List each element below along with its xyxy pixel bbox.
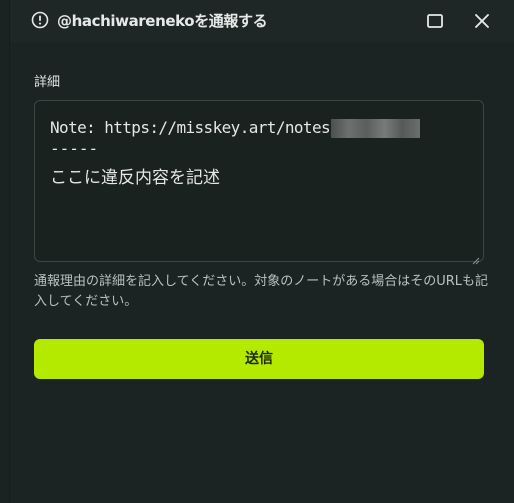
maximize-button[interactable] xyxy=(424,10,446,32)
resize-handle-icon[interactable] xyxy=(472,250,480,265)
details-textarea[interactable]: Note: https://misskey.art/notes/ ----- こ… xyxy=(34,100,484,265)
dialog-header: @hachiwarenekoを通報する xyxy=(10,0,514,42)
send-button[interactable]: 送信 xyxy=(34,339,484,379)
textarea-line-placeholder: ここに違反内容を記述 xyxy=(50,168,220,188)
close-button[interactable] xyxy=(471,10,493,32)
close-icon xyxy=(475,14,489,28)
textarea-line-separator: ----- xyxy=(50,139,99,158)
textarea-line-note-url: Note: https://misskey.art/notes/ xyxy=(50,118,340,137)
details-hint: 通報理由の詳細を記入してください。対象のノートがある場合はそのURLも記入してく… xyxy=(34,274,489,309)
redacted-note-id xyxy=(331,119,420,138)
details-label: 詳細 xyxy=(34,75,61,90)
maximize-icon xyxy=(427,14,443,28)
report-dialog: @hachiwarenekoを通報する 詳細 Note: https://mis… xyxy=(9,0,514,503)
alert-circle-icon xyxy=(31,11,49,29)
dialog-title: @hachiwarenekoを通報する xyxy=(57,12,268,30)
